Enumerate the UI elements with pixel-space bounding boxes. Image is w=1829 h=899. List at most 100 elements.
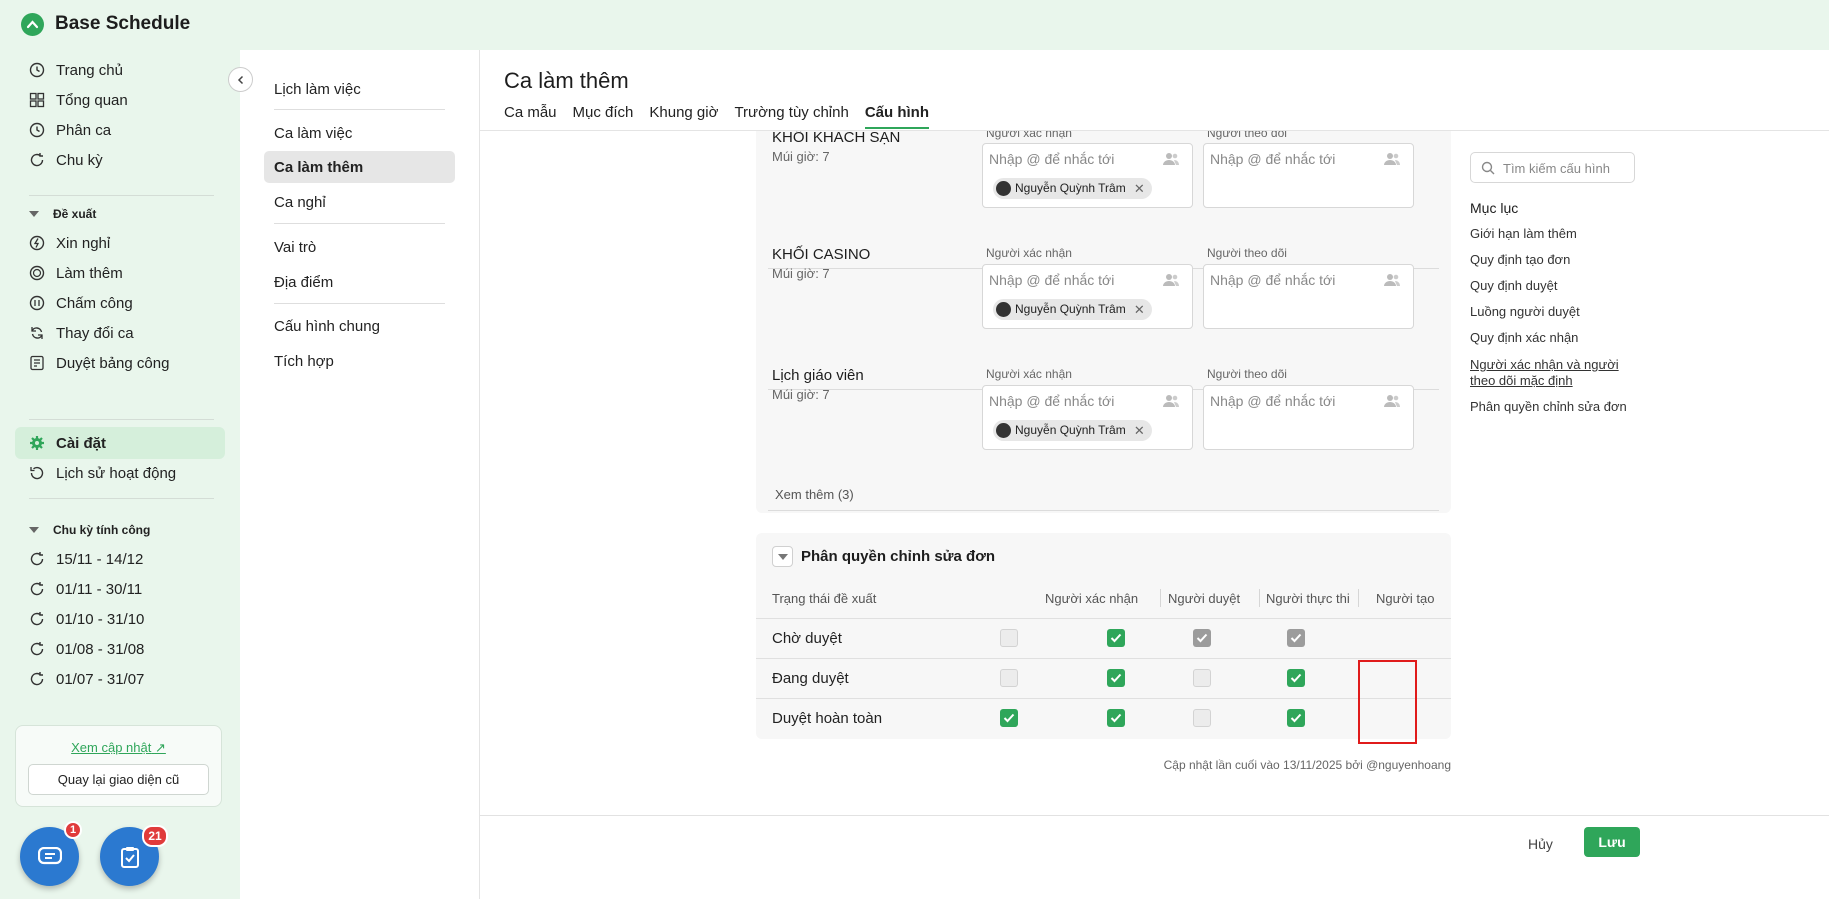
checkbox-approver[interactable] bbox=[1107, 629, 1125, 647]
sidebar-cycle-item[interactable]: 01/08 - 31/08 bbox=[15, 633, 225, 665]
sidebar-item-label: Xin nghỉ bbox=[56, 234, 111, 252]
checkbox-creator[interactable] bbox=[1287, 709, 1305, 727]
section-proposals[interactable]: Đề xuất bbox=[29, 207, 96, 221]
sidebar-item-home[interactable]: Trang chủ bbox=[15, 54, 225, 86]
app-title: Base Schedule bbox=[55, 13, 191, 34]
clipboard-check-icon bbox=[120, 846, 139, 868]
tab-configuration[interactable]: Cấu hình bbox=[864, 104, 929, 129]
follower-field-label: Người theo dõi bbox=[1207, 131, 1287, 140]
tab-custom-fields[interactable]: Trường tùy chỉnh bbox=[734, 104, 848, 129]
sidebar-item-approve-sheet[interactable]: Duyệt bảng công bbox=[15, 347, 225, 379]
collapse-sidebar-button[interactable] bbox=[228, 67, 253, 92]
collapse-section-button[interactable] bbox=[772, 546, 793, 567]
section-title: Chu kỳ tính công bbox=[53, 523, 151, 537]
sidebar: Trang chủ Tổng quan Phân ca Chu kỳ Đề xu… bbox=[0, 50, 240, 899]
sidebar-item-label: Chấm công bbox=[56, 294, 133, 312]
chat-icon bbox=[37, 846, 62, 864]
view-updates-link[interactable]: Xem cập nhật ↗ bbox=[16, 740, 221, 756]
checkbox-approver[interactable] bbox=[1107, 669, 1125, 687]
sidebar-item-label: Lịch sử hoạt động bbox=[56, 464, 177, 482]
checkbox-executor bbox=[1193, 709, 1211, 727]
approver-input[interactable]: Nhập @ để nhắc tới Nguyễn Quỳnh Trâm ✕ bbox=[982, 385, 1193, 450]
remove-icon[interactable]: ✕ bbox=[1134, 178, 1145, 199]
approver-field-label: Người xác nhận bbox=[986, 131, 1072, 140]
checkbox-confirmer bbox=[1000, 669, 1018, 687]
toc-item[interactable]: Giới hạn làm thêm bbox=[1470, 226, 1640, 242]
last-updated-text: Cập nhật lần cuối vào 13/11/2025 bởi @ng… bbox=[1163, 758, 1451, 772]
input-placeholder: Nhập @ để nhắc tới bbox=[989, 151, 1115, 167]
page-title: Ca làm thêm bbox=[504, 68, 629, 93]
link-label: Xem cập nhật bbox=[71, 740, 152, 755]
follower-input[interactable]: Nhập @ để nhắc tới bbox=[1203, 143, 1414, 208]
divider bbox=[768, 510, 1439, 511]
subnav-item-integrations[interactable]: Tích hợp bbox=[264, 345, 455, 377]
subnav-item-leave-shift[interactable]: Ca nghỉ bbox=[264, 186, 455, 218]
sidebar-item-settings[interactable]: Cài đặt bbox=[15, 427, 225, 459]
sidebar-item-leave[interactable]: Xin nghỉ bbox=[15, 227, 225, 259]
toc-item-current[interactable]: Người xác nhận và người theo dõi mặc địn… bbox=[1470, 357, 1628, 389]
sidebar-item-label: Tổng quan bbox=[56, 91, 128, 109]
approver-field-label: Người xác nhận bbox=[986, 246, 1072, 260]
divider bbox=[29, 419, 214, 420]
approver-input[interactable]: Nhập @ để nhắc tới Nguyễn Quỳnh Trâm ✕ bbox=[982, 264, 1193, 329]
sidebar-item-cycles[interactable]: Chu kỳ bbox=[15, 144, 225, 176]
follower-field-label: Người theo dõi bbox=[1207, 246, 1287, 260]
refresh-icon bbox=[29, 152, 45, 168]
subnav-item-locations[interactable]: Địa điểm bbox=[264, 266, 455, 298]
checkmark-icon bbox=[1290, 713, 1302, 723]
toc-item[interactable]: Quy định duyệt bbox=[1470, 278, 1640, 294]
approve-sheet-icon bbox=[29, 355, 45, 371]
sidebar-item-label: Trang chủ bbox=[56, 61, 123, 79]
subnav-item-roles[interactable]: Vai trò bbox=[264, 231, 455, 263]
caret-down-icon bbox=[29, 211, 39, 217]
toc-item[interactable]: Luồng người duyệt bbox=[1470, 304, 1640, 320]
settings-subnav: Lịch làm việc Ca làm việc Ca làm thêm Ca… bbox=[240, 50, 479, 899]
remove-icon[interactable]: ✕ bbox=[1134, 299, 1145, 320]
follower-input[interactable]: Nhập @ để nhắc tới bbox=[1203, 385, 1414, 450]
section-pay-cycles[interactable]: Chu kỳ tính công bbox=[29, 523, 150, 537]
sidebar-item-shifts[interactable]: Phân ca bbox=[15, 114, 225, 146]
tab-template[interactable]: Ca mẫu bbox=[504, 104, 557, 129]
remove-icon[interactable]: ✕ bbox=[1134, 420, 1145, 441]
follower-input[interactable]: Nhập @ để nhắc tới bbox=[1203, 264, 1414, 329]
tab-time-frame[interactable]: Khung giờ bbox=[649, 104, 718, 129]
column-header-executor: Người thực thi bbox=[1266, 591, 1350, 606]
subnav-item-overtime-shift[interactable]: Ca làm thêm bbox=[264, 151, 455, 183]
old-ui-button[interactable]: Quay lại giao diện cũ bbox=[28, 764, 209, 795]
sidebar-item-change-shift[interactable]: Thay đổi ca bbox=[15, 317, 225, 349]
checkbox-confirmer[interactable] bbox=[1000, 709, 1018, 727]
checkbox-creator[interactable] bbox=[1287, 669, 1305, 687]
tab-purpose[interactable]: Mục đích bbox=[573, 104, 634, 129]
row-status-label: Chờ duyệt bbox=[772, 630, 842, 647]
sidebar-item-overtime[interactable]: Làm thêm bbox=[15, 257, 225, 289]
cycle-label: 01/07 - 31/07 bbox=[56, 670, 145, 688]
sidebar-cycle-item[interactable]: 01/07 - 31/07 bbox=[15, 663, 225, 695]
config-search-input[interactable]: Tìm kiếm cấu hình bbox=[1470, 152, 1635, 183]
subnav-item-general-config[interactable]: Cấu hình chung bbox=[264, 310, 455, 342]
sidebar-item-overview[interactable]: Tổng quan bbox=[15, 84, 225, 116]
sidebar-cycle-item[interactable]: 01/10 - 31/10 bbox=[15, 603, 225, 635]
approver-input[interactable]: Nhập @ để nhắc tới Nguyễn Quỳnh Trâm ✕ bbox=[982, 143, 1193, 208]
user-group-icon bbox=[1383, 394, 1401, 408]
subnav-item-work-shift[interactable]: Ca làm việc bbox=[264, 117, 455, 149]
divider bbox=[1160, 589, 1161, 607]
sidebar-item-label: Chu kỳ bbox=[56, 151, 103, 169]
toc-item[interactable]: Quy định tạo đơn bbox=[1470, 252, 1640, 268]
avatar bbox=[996, 423, 1011, 438]
subnav-item-work-schedule[interactable]: Lịch làm việc bbox=[264, 73, 455, 105]
cancel-button[interactable]: Hủy bbox=[1528, 836, 1553, 852]
sidebar-item-label: Duyệt bảng công bbox=[56, 354, 170, 372]
checkbox-executor bbox=[1193, 669, 1211, 687]
checkbox-approver[interactable] bbox=[1107, 709, 1125, 727]
toc-item[interactable]: Phân quyền chỉnh sửa đơn bbox=[1470, 399, 1640, 415]
group-timezone: Múi giờ: 7 bbox=[772, 387, 830, 402]
sidebar-item-timesheet[interactable]: Chấm công bbox=[15, 287, 225, 319]
group-timezone: Múi giờ: 7 bbox=[772, 266, 830, 281]
sidebar-cycle-item[interactable]: 01/11 - 30/11 bbox=[15, 573, 225, 605]
toc-item[interactable]: Quy định xác nhận bbox=[1470, 330, 1640, 346]
sidebar-item-history[interactable]: Lịch sử hoạt động bbox=[15, 457, 225, 489]
save-button[interactable]: Lưu bbox=[1584, 827, 1640, 857]
sidebar-cycle-item[interactable]: 15/11 - 14/12 bbox=[15, 543, 225, 575]
see-more-link[interactable]: Xem thêm (3) bbox=[775, 487, 854, 502]
group-name: KHỐI KHÁCH SẠN bbox=[772, 131, 901, 146]
